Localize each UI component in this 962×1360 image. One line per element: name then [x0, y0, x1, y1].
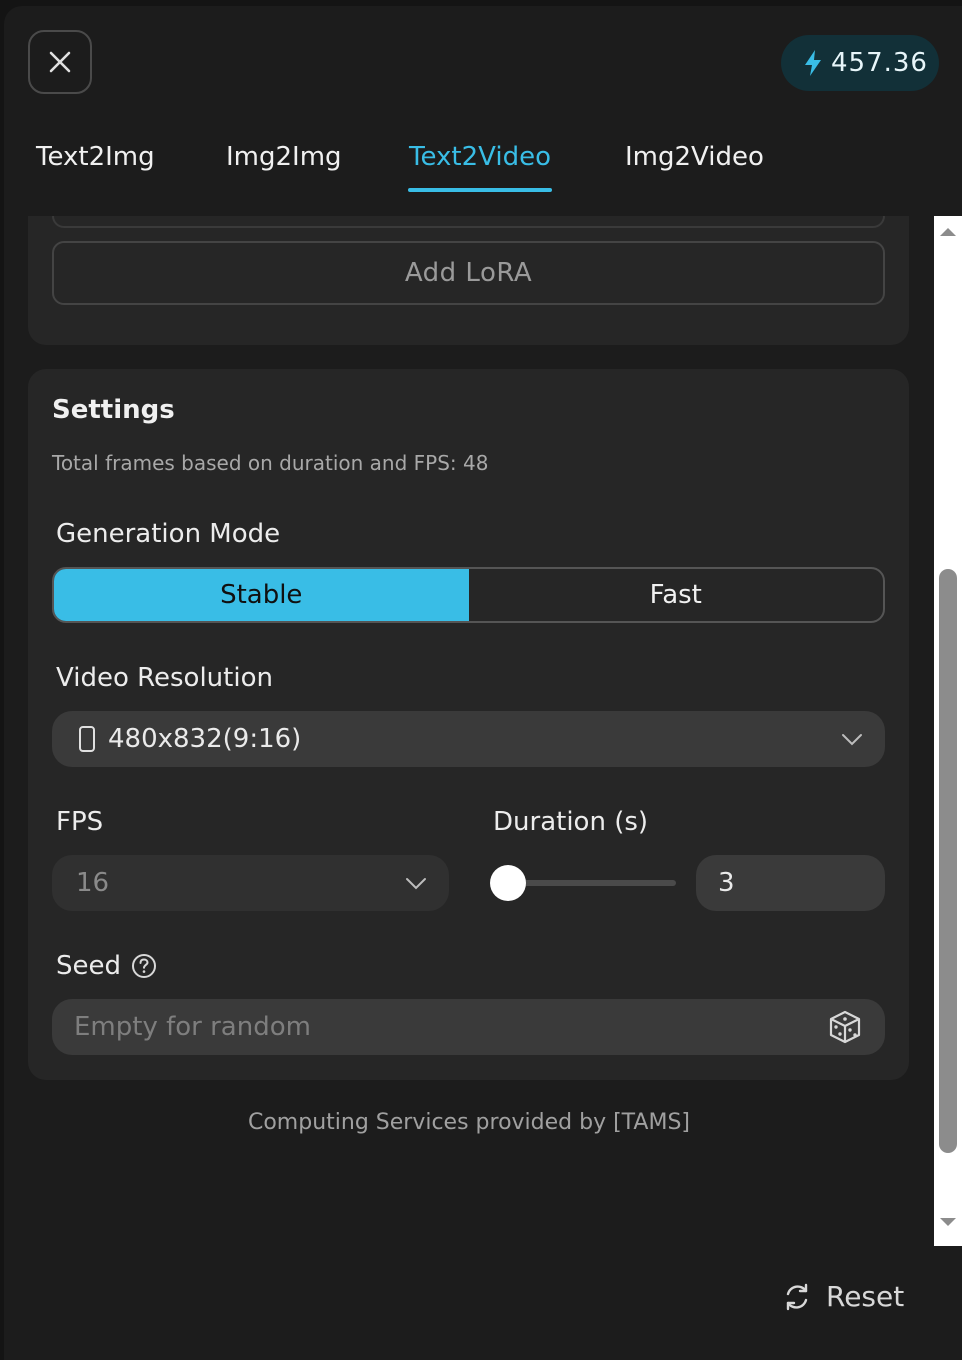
refresh-icon: [786, 1283, 808, 1310]
scroll-down-arrow-icon[interactable]: [940, 1216, 956, 1228]
duration-input[interactable]: 3: [696, 855, 885, 911]
chevron-down-icon: [406, 878, 426, 890]
fps-value: 16: [76, 868, 110, 898]
credits-badge[interactable]: 457.36: [781, 35, 939, 91]
generation-mode-toggle: Stable Fast: [52, 567, 885, 623]
tab-text2video[interactable]: Text2Video: [409, 142, 551, 172]
fps-select[interactable]: 16: [52, 855, 449, 911]
fps-label: FPS: [56, 807, 104, 837]
video-resolution-select[interactable]: 480x832(9:16): [52, 711, 885, 767]
settings-subtitle: Total frames based on duration and FPS: …: [52, 451, 489, 475]
reset-label: Reset: [826, 1280, 905, 1313]
chevron-down-icon: [842, 734, 862, 746]
scrollbar[interactable]: [934, 216, 962, 1246]
seed-label: Seed: [56, 951, 121, 981]
settings-title: Settings: [52, 395, 175, 425]
generator-panel: 457.36 Text2Img Img2Img Text2Video Img2V…: [4, 6, 962, 1360]
tab-img2img[interactable]: Img2Img: [226, 142, 342, 172]
seed-label-row: Seed: [56, 951, 157, 981]
slider-thumb[interactable]: [490, 865, 526, 901]
lightning-icon: [805, 50, 821, 76]
settings-card: Settings Total frames based on duration …: [28, 369, 909, 1080]
active-tab-indicator: [408, 188, 552, 192]
close-icon: [49, 51, 71, 73]
lora-card: Add LoRA: [28, 216, 909, 345]
mode-option-stable[interactable]: Stable: [54, 569, 469, 621]
scrollbar-thumb[interactable]: [939, 569, 957, 1153]
lora-item-edge: [52, 216, 885, 228]
dice-icon[interactable]: [827, 1009, 863, 1045]
mode-tabs: Text2Img Img2Img Text2Video Img2Video: [4, 136, 962, 196]
credits-value: 457.36: [831, 48, 928, 78]
duration-slider[interactable]: [490, 865, 676, 901]
generation-mode-label: Generation Mode: [56, 519, 281, 549]
mode-option-fast[interactable]: Fast: [469, 569, 884, 621]
computing-services-note: Computing Services provided by [TAMS]: [247, 1110, 690, 1135]
slider-track: [506, 880, 676, 886]
video-resolution-value: 480x832(9:16): [108, 724, 302, 754]
scroll-up-arrow-icon[interactable]: [940, 226, 956, 238]
duration-label: Duration (s): [493, 807, 649, 837]
close-button[interactable]: [28, 30, 92, 94]
tab-img2video[interactable]: Img2Video: [625, 142, 764, 172]
seed-placeholder: Empty for random: [74, 1012, 311, 1042]
portrait-phone-icon: [79, 726, 95, 752]
reset-button[interactable]: Reset: [782, 1280, 904, 1313]
add-lora-button[interactable]: Add LoRA: [52, 241, 885, 305]
tab-text2img[interactable]: Text2Img: [36, 142, 155, 172]
seed-input[interactable]: Empty for random: [52, 999, 885, 1055]
scroll-content[interactable]: Add LoRA Settings Total frames based on …: [4, 216, 934, 1250]
help-icon[interactable]: [131, 953, 157, 979]
video-resolution-label: Video Resolution: [56, 663, 273, 693]
